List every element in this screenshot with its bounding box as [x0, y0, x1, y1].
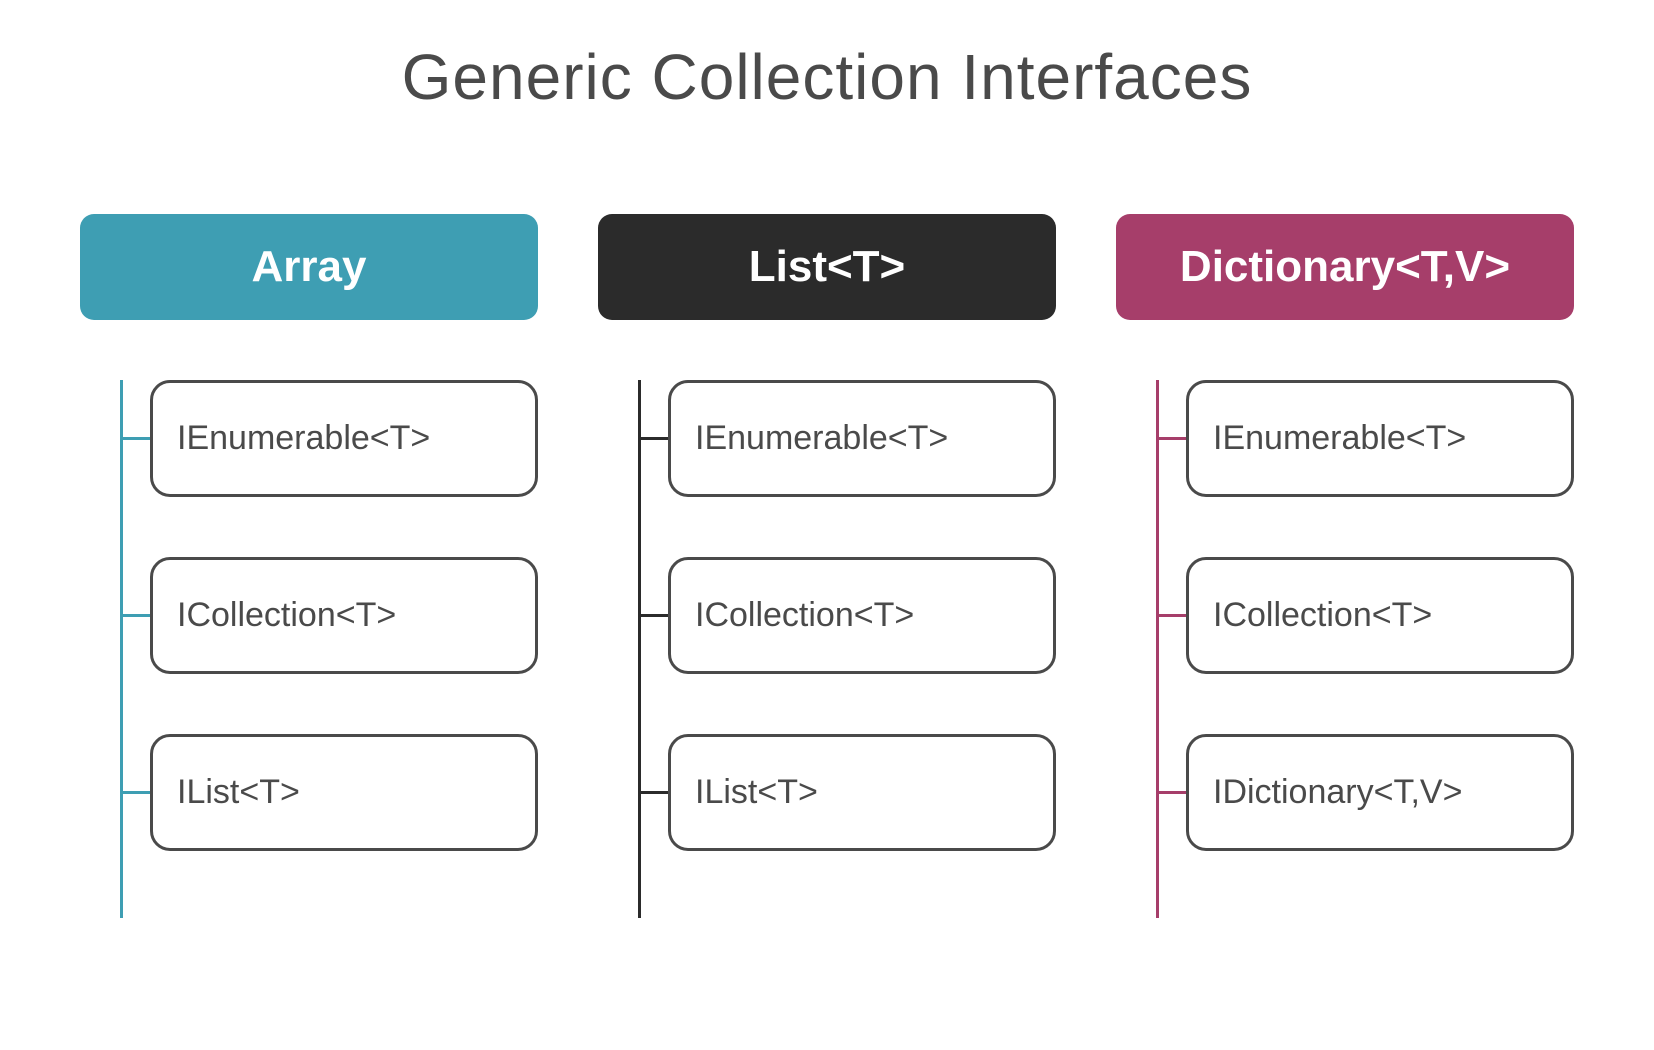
interface-box: IList<T>: [150, 734, 538, 851]
interface-box: IList<T>: [668, 734, 1056, 851]
branch-line: [638, 437, 668, 440]
branch-line: [1156, 791, 1186, 794]
child-row: IList<T>: [638, 734, 1056, 851]
branch-line: [120, 614, 150, 617]
children-wrap: IEnumerable<T> ICollection<T> IList<T>: [598, 380, 1056, 851]
child-row: IEnumerable<T>: [120, 380, 538, 497]
diagram-columns: Array IEnumerable<T> ICollection<T> ILis…: [80, 214, 1574, 851]
branch-line: [120, 791, 150, 794]
interface-box: IEnumerable<T>: [1186, 380, 1574, 497]
column-dictionary: Dictionary<T,V> IEnumerable<T> ICollecti…: [1116, 214, 1574, 851]
branch-line: [638, 791, 668, 794]
interface-box: IEnumerable<T>: [150, 380, 538, 497]
children-wrap: IEnumerable<T> ICollection<T> IDictionar…: [1116, 380, 1574, 851]
child-row: IEnumerable<T>: [1156, 380, 1574, 497]
interface-box: ICollection<T>: [1186, 557, 1574, 674]
branch-line: [638, 614, 668, 617]
child-row: ICollection<T>: [120, 557, 538, 674]
column-header: Array: [80, 214, 538, 320]
branch-line: [1156, 614, 1186, 617]
child-row: ICollection<T>: [638, 557, 1056, 674]
branch-line: [120, 437, 150, 440]
branch-line: [1156, 437, 1186, 440]
child-row: IEnumerable<T>: [638, 380, 1056, 497]
column-array: Array IEnumerable<T> ICollection<T> ILis…: [80, 214, 538, 851]
child-row: IList<T>: [120, 734, 538, 851]
interface-box: ICollection<T>: [150, 557, 538, 674]
child-row: IDictionary<T,V>: [1156, 734, 1574, 851]
interface-box: IEnumerable<T>: [668, 380, 1056, 497]
column-header: List<T>: [598, 214, 1056, 320]
interface-box: IDictionary<T,V>: [1186, 734, 1574, 851]
diagram-title: Generic Collection Interfaces: [80, 40, 1574, 114]
child-row: ICollection<T>: [1156, 557, 1574, 674]
column-list: List<T> IEnumerable<T> ICollection<T> IL…: [598, 214, 1056, 851]
column-header: Dictionary<T,V>: [1116, 214, 1574, 320]
children-wrap: IEnumerable<T> ICollection<T> IList<T>: [80, 380, 538, 851]
interface-box: ICollection<T>: [668, 557, 1056, 674]
